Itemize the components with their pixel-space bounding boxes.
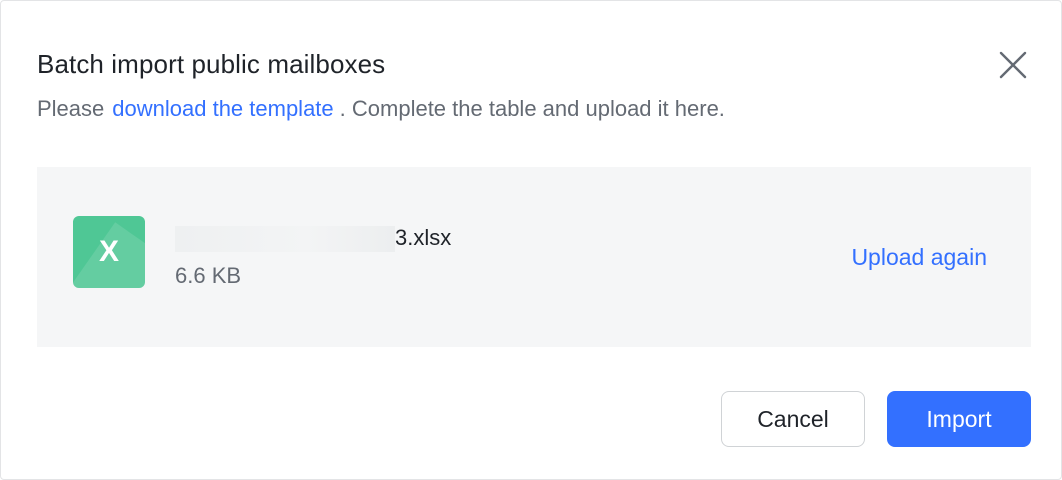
download-template-link[interactable]: download the template (112, 96, 333, 121)
excel-file-icon: X (73, 216, 145, 288)
import-button[interactable]: Import (887, 391, 1031, 447)
file-icon-letter: X (98, 235, 119, 268)
instructions-prefix: Please (37, 96, 105, 121)
instructions-suffix: . Complete the table and upload it here. (339, 96, 725, 121)
import-dialog: Batch import public mailboxes Please down… (0, 0, 1062, 480)
dialog-title: Batch import public mailboxes (37, 49, 386, 79)
redacted-file-name (175, 226, 395, 253)
file-name: 3.xlsx (175, 223, 451, 253)
cancel-button[interactable]: Cancel (721, 391, 865, 447)
close-button[interactable] (995, 47, 1031, 83)
upload-again-link[interactable]: Upload again (851, 241, 987, 273)
instructions-text: Please download the template. Complete th… (37, 93, 725, 125)
file-name-suffix: 3.xlsx (395, 225, 452, 250)
close-icon (999, 51, 1027, 79)
file-size: 6.6 KB (175, 263, 242, 288)
uploaded-file-panel: X 3.xlsx 6.6 KB Upload again (37, 167, 1031, 347)
